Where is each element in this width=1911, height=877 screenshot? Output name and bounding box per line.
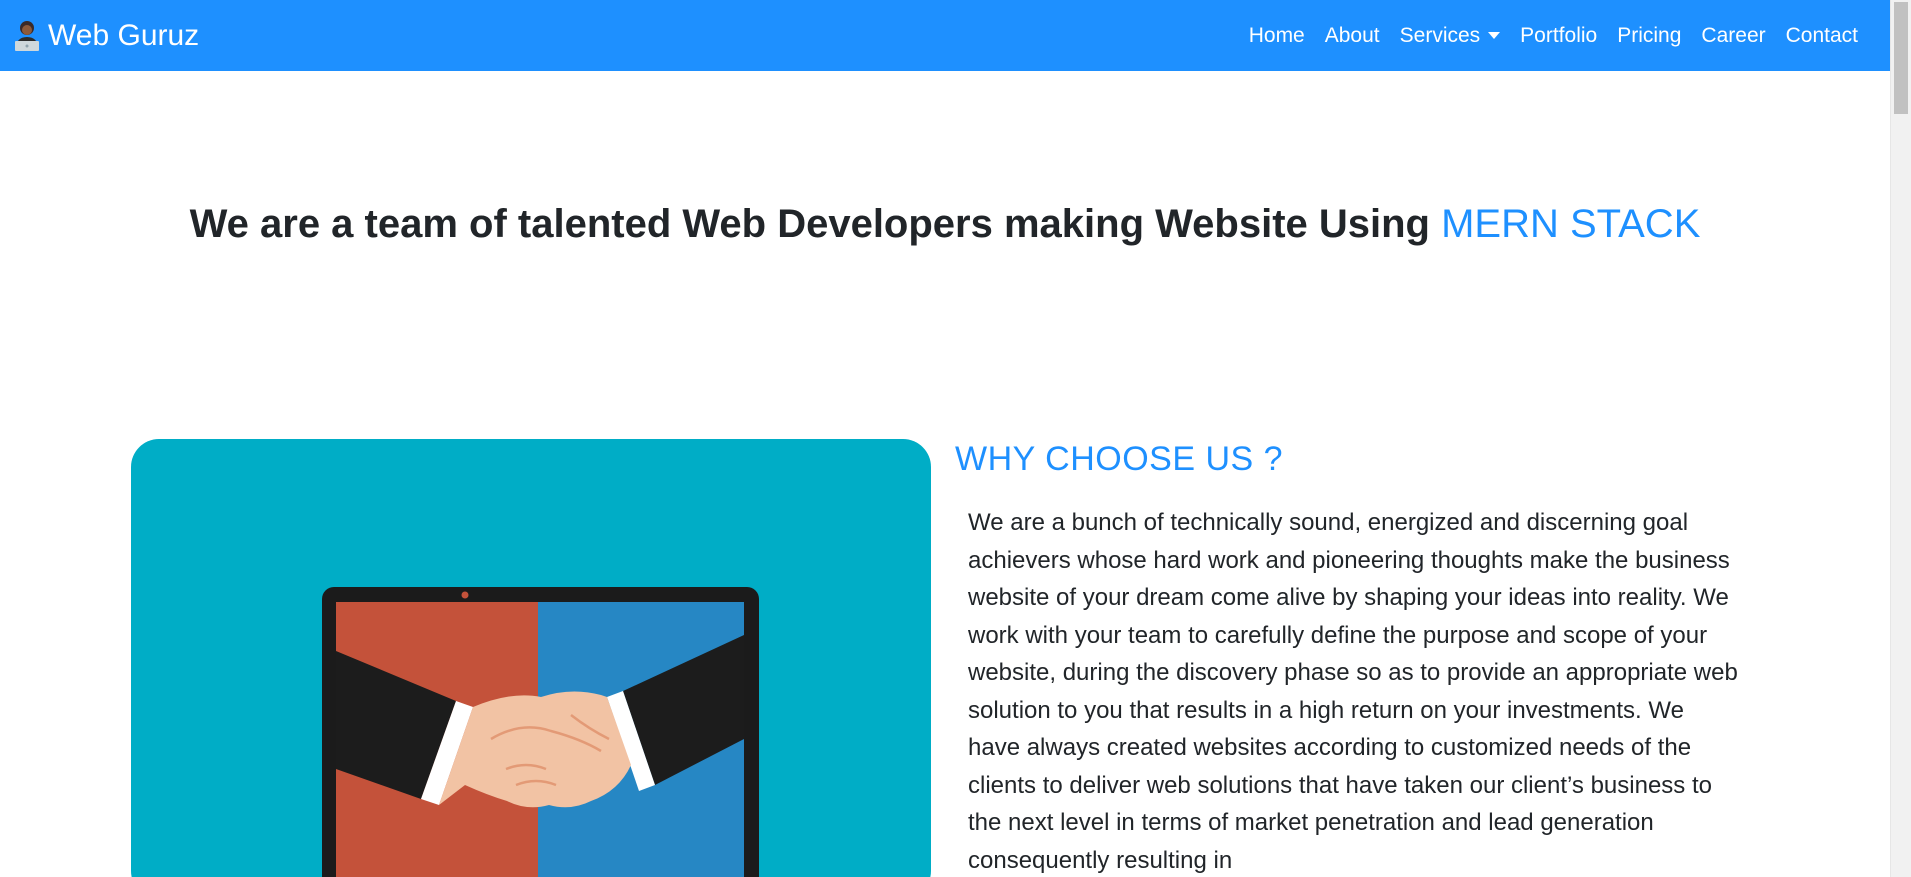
nav-links: Home About Services Portfolio Pricing Ca… xyxy=(1239,24,1868,48)
brand-name: Web Guruz xyxy=(48,18,200,52)
nav-about[interactable]: About xyxy=(1315,24,1390,48)
page-scrollbar[interactable] xyxy=(1890,0,1911,877)
nav-portfolio[interactable]: Portfolio xyxy=(1510,24,1607,48)
hero-title: We are a team of talented Web Developers… xyxy=(0,200,1890,248)
navbar: Web Guruz Home About Services Portfolio … xyxy=(0,0,1890,71)
brand-link[interactable]: Web Guruz xyxy=(12,19,199,53)
hero-title-accent: MERN STACK xyxy=(1441,202,1701,246)
developer-avatar-icon xyxy=(12,19,42,53)
nav-pricing[interactable]: Pricing xyxy=(1607,24,1691,48)
nav-contact[interactable]: Contact xyxy=(1776,24,1868,48)
page: Web Guruz Home About Services Portfolio … xyxy=(0,0,1911,877)
why-choose-us-body: We are a bunch of technically sound, ene… xyxy=(968,509,1738,874)
nav-career[interactable]: Career xyxy=(1691,24,1775,48)
nav-services-dropdown[interactable]: Services xyxy=(1390,24,1511,48)
nav-services-label: Services xyxy=(1399,23,1481,47)
hero-title-text: We are a team of talented Web Developers… xyxy=(189,202,1442,246)
why-choose-us-heading: WHY CHOOSE US ? xyxy=(955,440,1284,478)
handshake-laptop-illustration-icon xyxy=(322,587,759,877)
handshake-image-card xyxy=(131,439,931,877)
nav-home[interactable]: Home xyxy=(1239,24,1315,48)
scrollbar-thumb[interactable] xyxy=(1894,2,1908,114)
caret-down-icon xyxy=(1488,32,1501,39)
